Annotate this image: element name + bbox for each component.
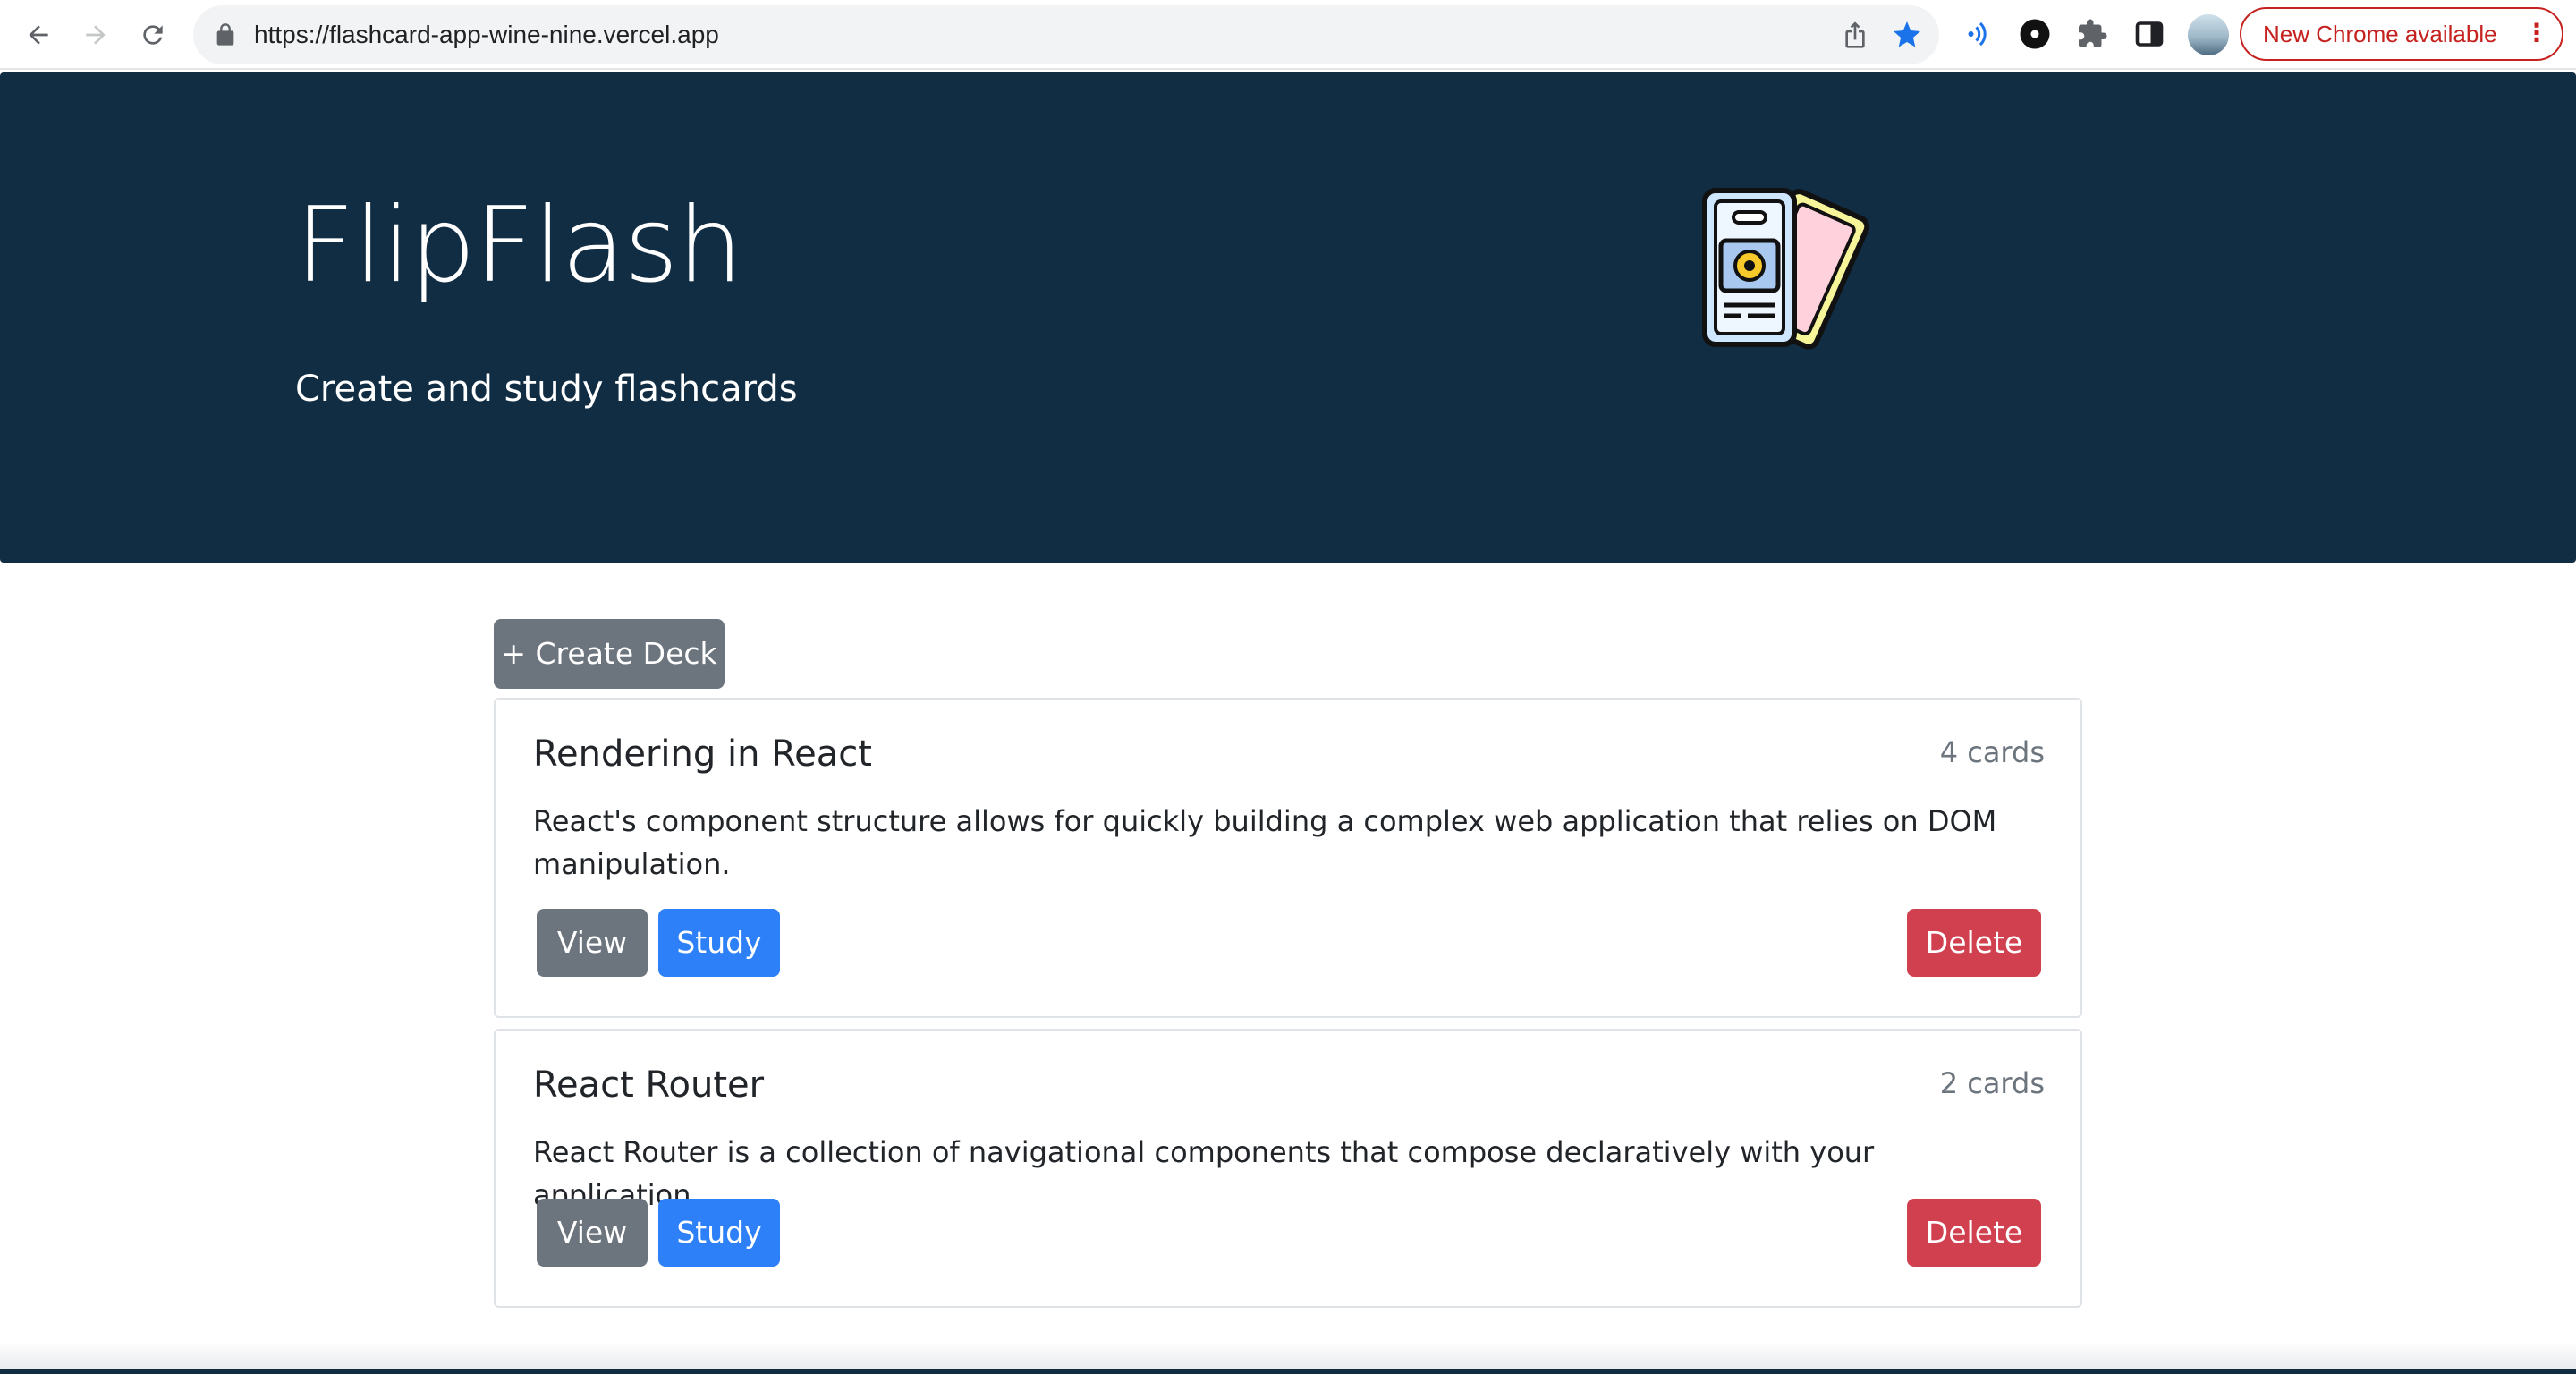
chrome-menu-icon[interactable]: ⋮ <box>2524 9 2549 57</box>
new-chrome-available-button[interactable]: New Chrome available ⋮ <box>2240 7 2563 61</box>
deck-name: React Router <box>533 1064 765 1106</box>
study-deck-button[interactable]: Study <box>658 1199 780 1267</box>
share-icon[interactable] <box>1841 21 1869 49</box>
page-bottom-edge <box>0 1369 2576 1374</box>
profile-avatar[interactable] <box>2188 14 2229 55</box>
forward-button[interactable] <box>73 13 118 57</box>
url-text[interactable]: https://flashcard-app-wine-nine.vercel.a… <box>254 5 719 64</box>
extensions-puzzle-icon[interactable] <box>2075 17 2109 51</box>
study-deck-button[interactable]: Study <box>658 909 780 977</box>
back-button[interactable] <box>16 13 61 57</box>
browser-toolbar: https://flashcard-app-wine-nine.vercel.a… <box>0 0 2576 70</box>
create-deck-button[interactable]: + Create Deck <box>494 619 724 689</box>
read-aloud-extension-icon[interactable] <box>1961 17 1995 51</box>
deck-name: Rendering in React <box>533 734 872 775</box>
lock-icon <box>216 23 234 46</box>
reload-icon <box>143 25 163 45</box>
deck-card: React Router 2 cards React Router is a c… <box>494 1029 2082 1308</box>
deck-description: React's component structure allows for q… <box>533 804 1997 881</box>
deck-card-count: 4 cards <box>1939 735 2045 769</box>
app-subtitle: Create and study flashcards <box>295 369 798 410</box>
hero-banner: FlipFlash Create and study flashcards <box>0 72 2576 563</box>
app-title: FlipFlash <box>295 185 743 306</box>
bookmark-star-icon[interactable] <box>1891 19 1923 51</box>
forward-arrow-icon <box>86 25 106 45</box>
reload-button[interactable] <box>131 13 175 57</box>
deck-card: Rendering in React 4 cards React's compo… <box>494 698 2082 1018</box>
flashcards-logo-icon <box>1702 188 1869 350</box>
back-arrow-icon <box>29 25 48 45</box>
side-panel-icon[interactable] <box>2132 17 2166 51</box>
view-deck-button[interactable]: View <box>537 909 648 977</box>
delete-deck-button[interactable]: Delete <box>1907 909 2041 977</box>
view-deck-button[interactable]: View <box>537 1199 648 1267</box>
update-label: New Chrome available <box>2263 21 2497 47</box>
address-bar[interactable]: https://flashcard-app-wine-nine.vercel.a… <box>193 5 1939 64</box>
deck-card-count: 2 cards <box>1939 1066 2045 1100</box>
delete-deck-button[interactable]: Delete <box>1907 1199 2041 1267</box>
extension-badge-icon[interactable] <box>2018 17 2052 51</box>
